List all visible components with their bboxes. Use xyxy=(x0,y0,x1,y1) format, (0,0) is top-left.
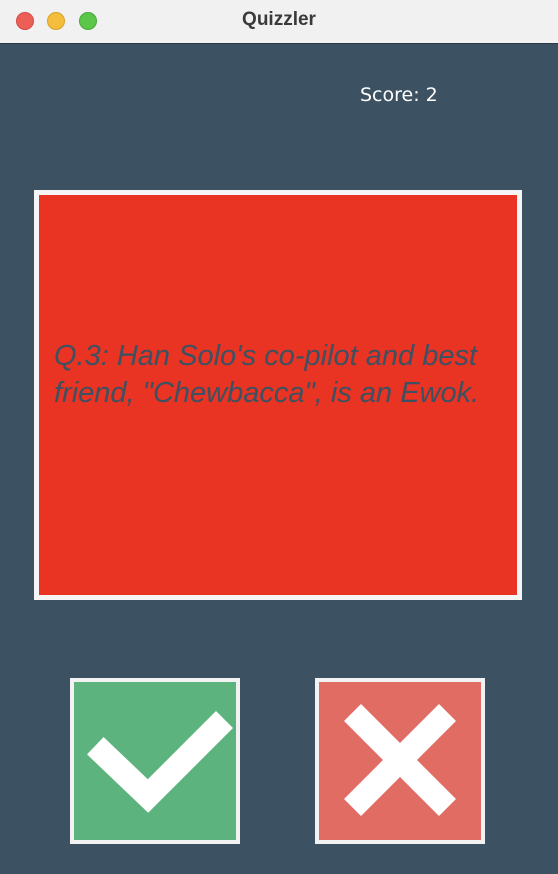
false-button[interactable] xyxy=(315,678,485,844)
question-text: Q.3: Han Solo's co-pilot and best friend… xyxy=(54,340,480,409)
checkmark-icon xyxy=(87,711,233,813)
true-button-face[interactable] xyxy=(74,682,236,840)
question-card-background: Q.3: Han Solo's co-pilot and best friend… xyxy=(39,195,517,595)
score-label: Score: 2 xyxy=(360,84,438,106)
question-card: Q.3: Han Solo's co-pilot and best friend… xyxy=(34,190,522,600)
app-window: Quizzler Score: 2 Q.3: Han Solo's co-pil… xyxy=(0,0,558,874)
false-button-face[interactable] xyxy=(319,682,481,840)
cross-icon xyxy=(344,704,456,816)
title-bar: Quizzler xyxy=(0,0,558,44)
window-title: Quizzler xyxy=(242,9,316,30)
true-button[interactable] xyxy=(70,678,240,844)
